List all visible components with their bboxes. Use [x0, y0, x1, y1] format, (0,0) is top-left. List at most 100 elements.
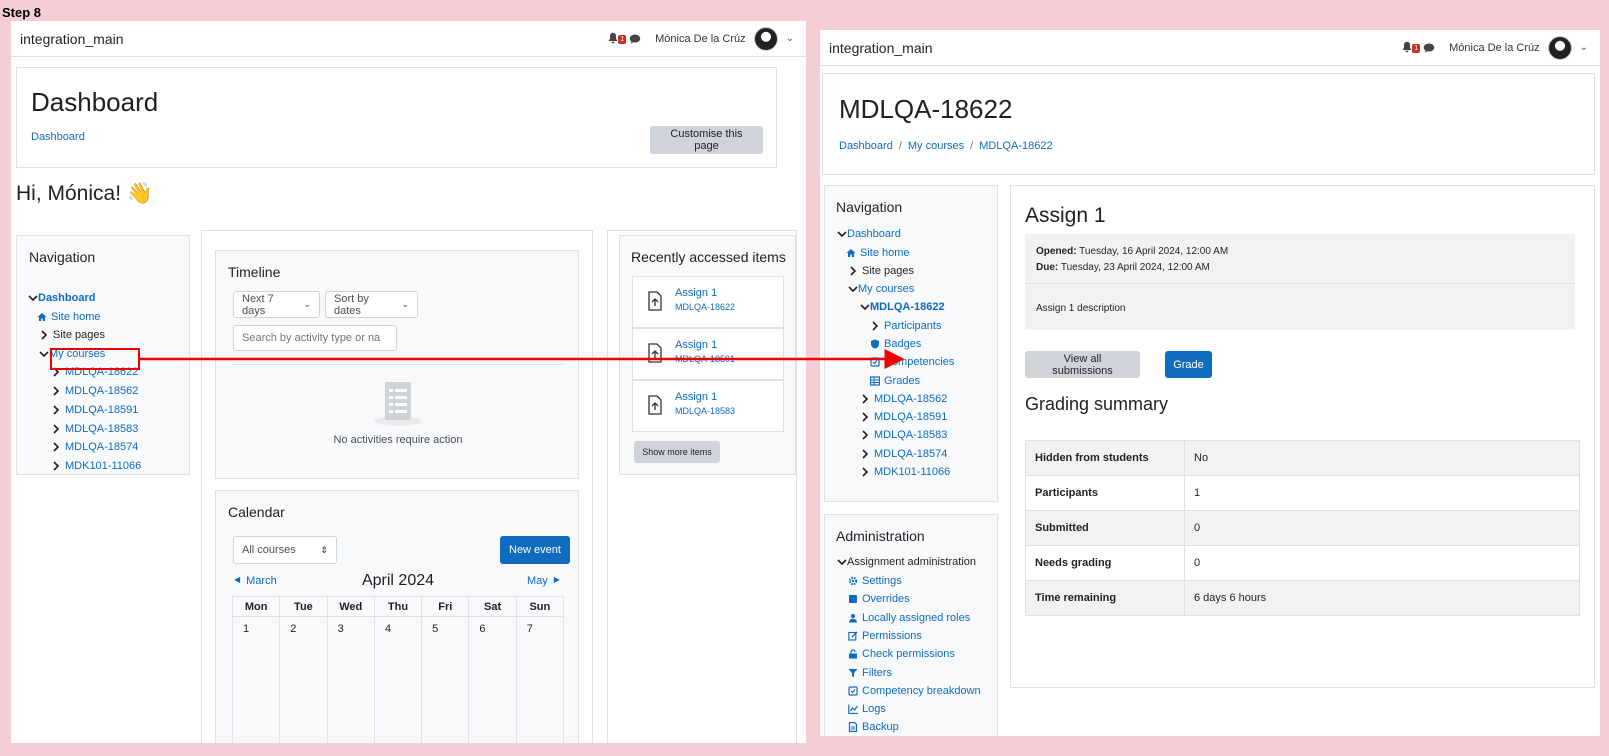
nav-course-item[interactable]: MDLQA-18591	[860, 411, 947, 423]
nav-participants[interactable]: Participants	[870, 320, 941, 332]
calendar-day[interactable]: 2	[279, 616, 328, 743]
breadcrumb: Dashboard / My courses / MDLQA-18622	[839, 140, 1053, 152]
table-row: Submitted 0	[1025, 510, 1580, 546]
calendar-day[interactable]: 5	[421, 616, 470, 743]
admin-permissions[interactable]: Permissions	[848, 630, 922, 642]
weekday-header: Mon	[231, 596, 281, 617]
recent-item-name: Assign 1	[675, 391, 718, 403]
assignment-info-box: Opened: Tuesday, 16 April 2024, 12:00 AM…	[1025, 234, 1575, 330]
calendar-day[interactable]: 6	[468, 616, 517, 743]
summary-value: 0	[1184, 510, 1580, 546]
recent-item[interactable]: Assign 1 MDLQA-18622	[632, 276, 784, 328]
due-date: Due: Tuesday, 23 April 2024, 12:00 AM	[1036, 262, 1210, 273]
notification-count-badge: 1	[618, 34, 627, 44]
calendar-day[interactable]: 3	[326, 616, 375, 743]
user-avatar[interactable]	[753, 26, 778, 51]
show-more-items-button[interactable]: Show more items	[634, 441, 720, 463]
nav-course-label: MDLQA-18591	[874, 411, 948, 423]
view-all-submissions-button[interactable]: View all submissions	[1025, 351, 1140, 378]
calendar-day[interactable]: 1	[231, 616, 281, 743]
user-menu-chevron-icon[interactable]: ⌄	[786, 33, 794, 44]
admin-filters[interactable]: Filters	[848, 667, 892, 679]
nav-course-item[interactable]: MDK101-11066	[51, 460, 141, 472]
nav-course-item[interactable]: MDLQA-18574	[51, 441, 138, 453]
admin-backup[interactable]: Backup	[848, 721, 899, 733]
admin-logs[interactable]: Logs	[848, 703, 886, 715]
nav-competencies[interactable]: Competencies	[870, 356, 954, 368]
messages-icon[interactable]	[629, 33, 641, 45]
calendar-course-select[interactable]: All courses ⇕	[233, 536, 337, 564]
new-event-button[interactable]: New event	[500, 536, 570, 564]
unlock-icon	[848, 649, 858, 659]
assignment-upload-icon	[647, 395, 663, 415]
nav-site-pages-label: Site pages	[862, 265, 914, 277]
chevron-right-icon	[860, 412, 870, 422]
checkbox-icon	[870, 357, 880, 367]
user-menu-chevron-icon[interactable]: ⌄	[1580, 42, 1588, 53]
breadcrumb-my-courses[interactable]: My courses	[908, 140, 964, 152]
messages-icon[interactable]	[1423, 42, 1435, 54]
nav-badges[interactable]: Badges	[870, 338, 921, 350]
nav-site-pages[interactable]: Site pages	[848, 265, 914, 277]
page-title: MDLQA-18622	[839, 94, 1013, 124]
grade-button[interactable]: Grade	[1165, 351, 1212, 378]
nav-course-item[interactable]: MDK101-11066	[860, 466, 950, 478]
nav-course-item[interactable]: MDLQA-18591	[51, 404, 138, 416]
nav-my-courses[interactable]: My courses	[848, 283, 914, 295]
user-name[interactable]: Mónica De la Crúz	[655, 33, 745, 45]
timeline-divider	[233, 364, 563, 365]
nav-site-home-label: Site home	[51, 311, 101, 323]
breadcrumb-dashboard[interactable]: Dashboard	[839, 140, 893, 152]
admin-settings[interactable]: Settings	[848, 575, 902, 587]
nav-dashboard[interactable]: Dashboard	[28, 292, 95, 304]
square-icon	[848, 594, 858, 604]
opened-label: Opened:	[1036, 246, 1077, 257]
nav-site-home[interactable]: Site home	[846, 247, 910, 259]
nav-course-label: MDLQA-18562	[874, 393, 948, 405]
timeline-range-select[interactable]: Next 7 days ⌄	[233, 291, 320, 318]
page-header: Dashboard Dashboard Customise this page	[16, 67, 777, 168]
table-row: Needs grading 0	[1025, 545, 1580, 581]
nav-current-course[interactable]: MDLQA-18622	[860, 301, 945, 313]
site-brand[interactable]: integration_main	[829, 40, 933, 56]
nav-grades[interactable]: Grades	[870, 375, 920, 387]
summary-key: Participants	[1025, 475, 1185, 511]
nav-course-item[interactable]: MDLQA-18583	[860, 429, 947, 441]
weekday-header: Sun	[515, 596, 565, 617]
timeline-search-input[interactable]	[233, 325, 397, 351]
breadcrumb-course[interactable]: MDLQA-18622	[979, 140, 1052, 152]
nav-course-label: MDK101-11066	[874, 466, 951, 478]
nav-course-item[interactable]: MDLQA-18562	[51, 385, 138, 397]
calendar-day[interactable]: 7	[515, 616, 565, 743]
timeline-sort-value: Sort by dates	[334, 292, 369, 317]
recent-items-title: Recently accessed items	[631, 249, 786, 265]
user-name[interactable]: Mónica De la Crúz	[1449, 42, 1539, 54]
admin-overrides[interactable]: Overrides	[848, 593, 910, 605]
next-month-link[interactable]: May ▶	[527, 575, 560, 587]
calendar-day[interactable]: 4	[373, 616, 423, 743]
filter-icon	[848, 668, 858, 678]
admin-item-label: Competency breakdown	[862, 685, 981, 697]
admin-section-assignment[interactable]: Assignment administration	[837, 556, 976, 568]
breadcrumb-dashboard[interactable]: Dashboard	[31, 131, 85, 143]
recent-item-course: MDLQA-18622	[675, 302, 736, 312]
site-brand[interactable]: integration_main	[20, 31, 124, 47]
notifications-bell-icon[interactable]: 1	[607, 32, 627, 46]
user-avatar[interactable]	[1547, 35, 1572, 60]
nav-course-item[interactable]: MDLQA-18574	[860, 448, 947, 460]
admin-check-permissions[interactable]: Check permissions	[848, 648, 955, 660]
admin-locally-assigned-roles[interactable]: Locally assigned roles	[848, 612, 970, 624]
nav-site-home[interactable]: Site home	[37, 311, 101, 323]
nav-dashboard[interactable]: Dashboard	[837, 228, 901, 240]
recent-item[interactable]: Assign 1 MDLQA-18583	[632, 380, 784, 432]
nav-site-pages[interactable]: Site pages	[39, 329, 105, 341]
assignment-description: Assign 1 description	[1036, 303, 1126, 314]
nav-course-item[interactable]: MDLQA-18583	[51, 423, 138, 435]
nav-course-item[interactable]: MDLQA-18562	[860, 393, 947, 405]
recent-item[interactable]: Assign 1 MDLQA-18591	[632, 328, 784, 380]
admin-item-label: Locally assigned roles	[862, 612, 971, 624]
admin-competency-breakdown[interactable]: Competency breakdown	[848, 685, 981, 697]
timeline-sort-select[interactable]: Sort by dates ⌄	[325, 291, 418, 318]
customise-page-button[interactable]: Customise this page	[650, 126, 763, 154]
notifications-bell-icon[interactable]: 1	[1401, 41, 1421, 55]
